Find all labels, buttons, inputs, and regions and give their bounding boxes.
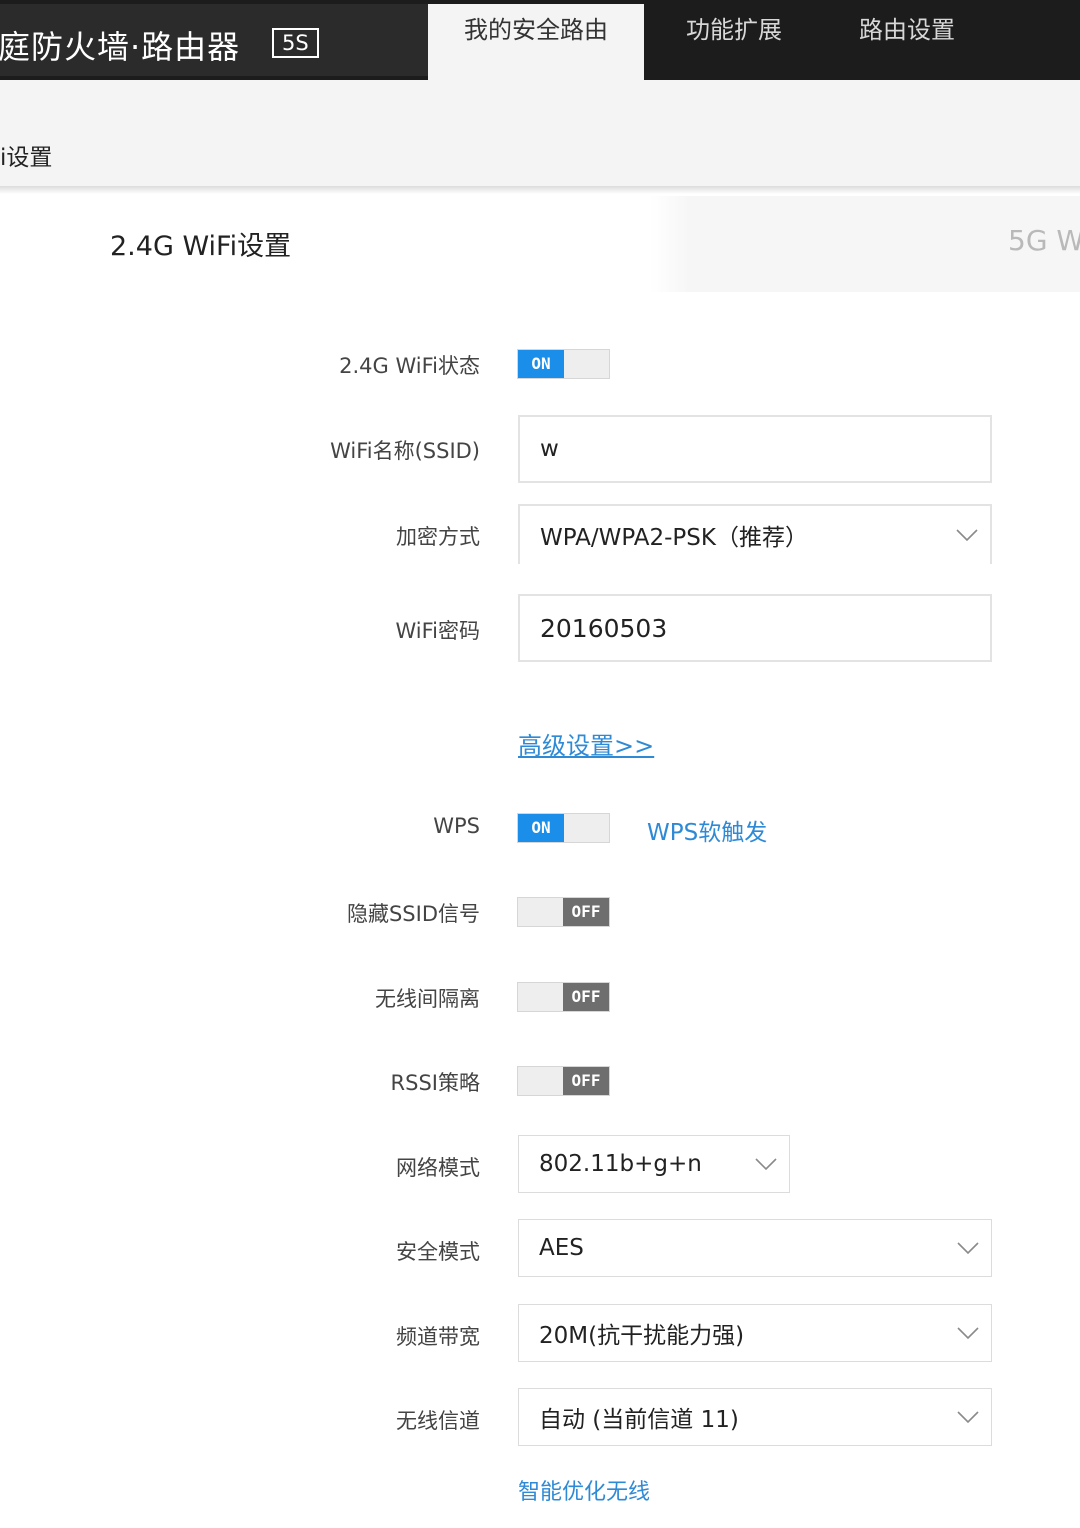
chevron-down-icon (755, 1157, 777, 1171)
network-mode-select[interactable]: 802.11b+g+n (518, 1135, 790, 1193)
brand-logo: 庭防火墙·路由器 5S (0, 4, 428, 76)
wps-trigger-link[interactable]: WPS软触发 (647, 813, 767, 847)
smart-optimize-link[interactable]: 智能优化无线 (518, 1474, 650, 1506)
security-mode-label: 安全模式 (396, 1236, 480, 1266)
rssi-label: RSSI策略 (391, 1067, 480, 1097)
toggle-state: OFF (563, 983, 609, 1011)
security-mode-value: AES (539, 1235, 584, 1261)
isolation-label: 无线间隔离 (375, 983, 480, 1013)
bandwidth-select[interactable]: 20M(抗干扰能力强) (518, 1304, 992, 1362)
bandwidth-label: 频道带宽 (396, 1321, 480, 1351)
password-value: 20160503 (540, 614, 667, 643)
advanced-settings-link[interactable]: 高级设置>> (518, 726, 654, 761)
top-bar: 庭防火墙·路由器 5S 我的安全路由 功能扩展 路由设置 (0, 0, 1080, 80)
security-mode-select[interactable]: AES (518, 1219, 992, 1277)
brand-name: 庭防火墙·路由器 (0, 22, 240, 68)
chevron-down-icon (957, 1241, 979, 1255)
ssid-label: WiFi名称(SSID) (330, 435, 480, 465)
chevron-down-icon (956, 528, 978, 542)
toggle-state: OFF (563, 1067, 609, 1095)
tab-extensions[interactable]: 功能扩展 (644, 4, 824, 80)
network-mode-label: 网络模式 (396, 1152, 480, 1182)
hide-ssid-toggle[interactable]: OFF (517, 897, 610, 927)
tab-24g-wifi[interactable]: 2.4G WiFi设置 (110, 224, 291, 263)
hide-ssid-label: 隐藏SSID信号 (347, 898, 480, 928)
wifi-status-toggle[interactable]: ON (517, 349, 610, 379)
tab-5g-wifi[interactable]: 5G W (1008, 224, 1080, 257)
password-label: WiFi密码 (395, 615, 480, 645)
encryption-value: WPA/WPA2-PSK（推荐） (540, 518, 808, 552)
encryption-label: 加密方式 (396, 521, 480, 551)
tab-router-settings[interactable]: 路由设置 (824, 4, 990, 80)
wps-label: WPS (433, 814, 480, 838)
chevron-down-icon (957, 1326, 979, 1340)
encryption-select[interactable]: WPA/WPA2-PSK（推荐） (518, 504, 992, 564)
channel-select[interactable]: 自动 (当前信道 11) (518, 1388, 992, 1446)
toggle-state: ON (518, 350, 564, 378)
chevron-down-icon (957, 1410, 979, 1424)
ssid-input[interactable]: w (518, 415, 992, 483)
rssi-toggle[interactable]: OFF (517, 1066, 610, 1096)
model-badge: 5S (272, 28, 319, 58)
bandwidth-value: 20M(抗干扰能力强) (539, 1316, 744, 1350)
password-input[interactable]: 20160503 (518, 594, 992, 662)
tab-my-secure-router[interactable]: 我的安全路由 (428, 4, 644, 80)
network-mode-value: 802.11b+g+n (539, 1151, 702, 1177)
toggle-state: OFF (563, 898, 609, 926)
channel-label: 无线信道 (396, 1405, 480, 1435)
wps-toggle[interactable]: ON (517, 813, 610, 843)
divider (0, 186, 1080, 194)
isolation-toggle[interactable]: OFF (517, 982, 610, 1012)
wifi-status-label: 2.4G WiFi状态 (339, 350, 480, 380)
sub-header: i设置 (0, 80, 1080, 190)
page-title: i设置 (0, 138, 52, 172)
ssid-value: w (540, 436, 559, 462)
channel-value: 自动 (当前信道 11) (539, 1400, 739, 1434)
toggle-state: ON (518, 814, 564, 842)
